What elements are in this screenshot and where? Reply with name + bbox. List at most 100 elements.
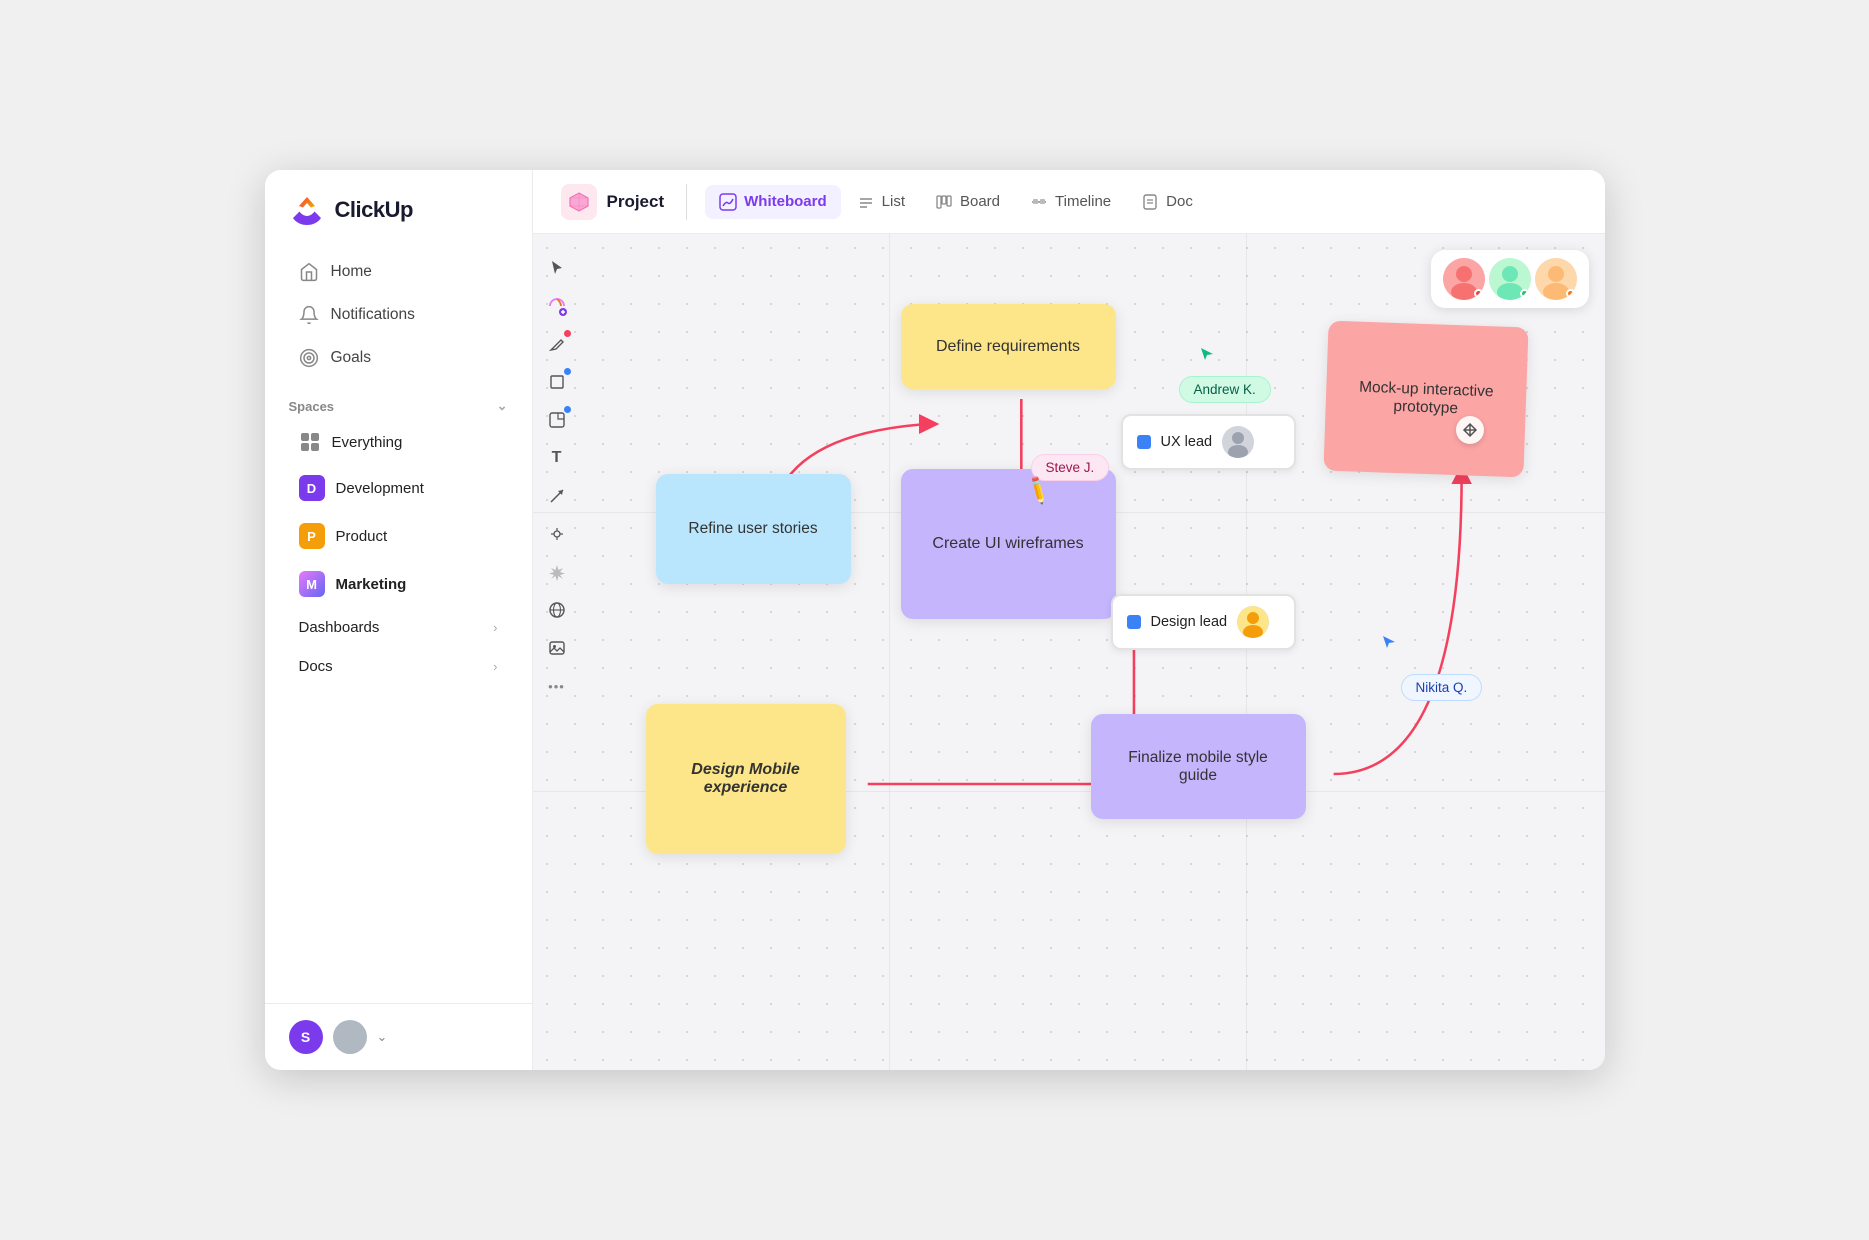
- wb-user-2: [1489, 258, 1531, 300]
- sidebar-nav: Home Notifications Goals: [265, 246, 532, 380]
- dashboards-chevron: ›: [493, 620, 497, 635]
- magic-tool-icon: [548, 563, 566, 581]
- sticky-tool-icon: [548, 411, 566, 429]
- timeline-tab-label: Timeline: [1055, 193, 1111, 210]
- tab-timeline[interactable]: Timeline: [1016, 185, 1125, 219]
- goals-label: Goals: [331, 349, 372, 367]
- top-tabs: Whiteboard List Board: [705, 185, 1207, 219]
- project-title: Project: [607, 192, 665, 212]
- sidebar-item-goals[interactable]: Goals: [275, 337, 522, 379]
- marketing-avatar: M: [299, 571, 325, 597]
- tool-magic[interactable]: [539, 554, 575, 590]
- home-label: Home: [331, 263, 372, 281]
- spaces-label: Spaces: [289, 399, 335, 414]
- user-avatar-photo: [333, 1020, 367, 1054]
- timeline-tab-icon: [1030, 193, 1048, 211]
- goals-icon: [299, 348, 319, 368]
- connector-design-lead: Design lead: [1111, 594, 1296, 650]
- product-avatar: P: [299, 523, 325, 549]
- project-icon-wrap: [561, 184, 597, 220]
- development-avatar: D: [299, 475, 325, 501]
- design-lead-dot: [1127, 615, 1141, 629]
- product-label: Product: [336, 528, 388, 545]
- wb-users-panel: [1431, 250, 1589, 308]
- text-tool-icon: T: [552, 449, 562, 467]
- tool-more[interactable]: •••: [539, 668, 575, 704]
- tab-list[interactable]: List: [843, 185, 919, 219]
- sticky-refine-stories[interactable]: Refine user stories: [656, 474, 851, 584]
- sticky-create-ui[interactable]: Create UI wireframes: [901, 469, 1116, 619]
- dashboards-label: Dashboards: [299, 619, 380, 636]
- tool-rect[interactable]: [539, 364, 575, 400]
- whiteboard-tab-icon: [719, 193, 737, 211]
- sidebar-bottom: S ⌄: [265, 1003, 532, 1070]
- arrow-tool-icon: [548, 487, 566, 505]
- sidebar-item-notifications[interactable]: Notifications: [275, 294, 522, 336]
- sticky-mockup[interactable]: Mock-up interactive prototype: [1323, 321, 1528, 478]
- move-handle[interactable]: [1456, 416, 1484, 444]
- tool-globe[interactable]: [539, 592, 575, 628]
- cursor-tool-icon: [548, 259, 566, 277]
- tool-arrow[interactable]: [539, 478, 575, 514]
- list-tab-icon: [857, 193, 875, 211]
- design-lead-avatar-img: [1237, 606, 1269, 638]
- project-cube-icon: [568, 191, 590, 213]
- bell-icon: [299, 305, 319, 325]
- main-content: Project Whiteboard List: [533, 170, 1605, 1070]
- rect-tool-icon: [548, 373, 566, 391]
- user-menu-chevron[interactable]: ⌄: [377, 1029, 388, 1045]
- marketing-label: Marketing: [336, 576, 407, 593]
- sticky-design-mobile[interactable]: Design Mobile experience: [646, 704, 846, 854]
- tool-mindmap[interactable]: [539, 516, 575, 552]
- board-tab-icon: [935, 193, 953, 211]
- whiteboard-area[interactable]: T: [533, 234, 1605, 1070]
- sidebar-item-development[interactable]: D Development: [275, 465, 522, 511]
- user-photo-icon: [333, 1020, 367, 1054]
- sidebar-item-product[interactable]: P Product: [275, 513, 522, 559]
- ux-lead-dot: [1137, 435, 1151, 449]
- doc-tab-icon: [1141, 193, 1159, 211]
- tab-doc[interactable]: Doc: [1127, 185, 1207, 219]
- sidebar-item-everything[interactable]: Everything: [275, 421, 522, 463]
- pen-tool-icon: [548, 335, 566, 353]
- image-tool-icon: [548, 639, 566, 657]
- project-label: Project: [561, 184, 688, 220]
- wb-user-1: [1443, 258, 1485, 300]
- tab-board[interactable]: Board: [921, 185, 1014, 219]
- sticky-finalize-mobile[interactable]: Finalize mobile style guide: [1091, 714, 1306, 819]
- everything-icon: [299, 431, 321, 453]
- board-tab-label: Board: [960, 193, 1000, 210]
- move-icon-svg: [1462, 422, 1478, 438]
- sidebar-item-dashboards[interactable]: Dashboards ›: [275, 609, 522, 646]
- user-avatar-s: S: [289, 1020, 323, 1054]
- globe-tool-icon: [548, 601, 566, 619]
- logo-text: ClickUp: [335, 197, 413, 223]
- top-bar: Project Whiteboard List: [533, 170, 1605, 234]
- tool-cursor[interactable]: [539, 250, 575, 286]
- sidebar-item-docs[interactable]: Docs ›: [275, 648, 522, 685]
- tool-add[interactable]: [539, 288, 575, 324]
- tool-sticky[interactable]: [539, 402, 575, 438]
- app-container: ClickUp Home Notifications Goals Spaces …: [265, 170, 1605, 1070]
- spaces-chevron[interactable]: ⌄: [497, 398, 508, 414]
- ux-lead-avatar: [1222, 426, 1254, 458]
- sidebar-item-home[interactable]: Home: [275, 251, 522, 293]
- clickup-logo-icon: [289, 192, 325, 228]
- everything-label: Everything: [332, 434, 403, 451]
- tool-image[interactable]: [539, 630, 575, 666]
- add-tool-icon: [547, 296, 567, 316]
- pen-dot: [564, 330, 571, 337]
- home-icon: [299, 262, 319, 282]
- tool-text[interactable]: T: [539, 440, 575, 476]
- nikita-label: Nikita Q.: [1416, 680, 1468, 695]
- sticky-define-requirements[interactable]: Define requirements: [901, 304, 1116, 389]
- user1-status: [1474, 289, 1483, 298]
- whiteboard-tab-label: Whiteboard: [744, 193, 827, 210]
- sidebar: ClickUp Home Notifications Goals Spaces …: [265, 170, 533, 1070]
- docs-chevron: ›: [493, 659, 497, 674]
- tool-pen[interactable]: [539, 326, 575, 362]
- design-lead-avatar: [1237, 606, 1269, 638]
- user3-status: [1566, 289, 1575, 298]
- tab-whiteboard[interactable]: Whiteboard: [705, 185, 841, 219]
- sidebar-item-marketing[interactable]: M Marketing: [275, 561, 522, 607]
